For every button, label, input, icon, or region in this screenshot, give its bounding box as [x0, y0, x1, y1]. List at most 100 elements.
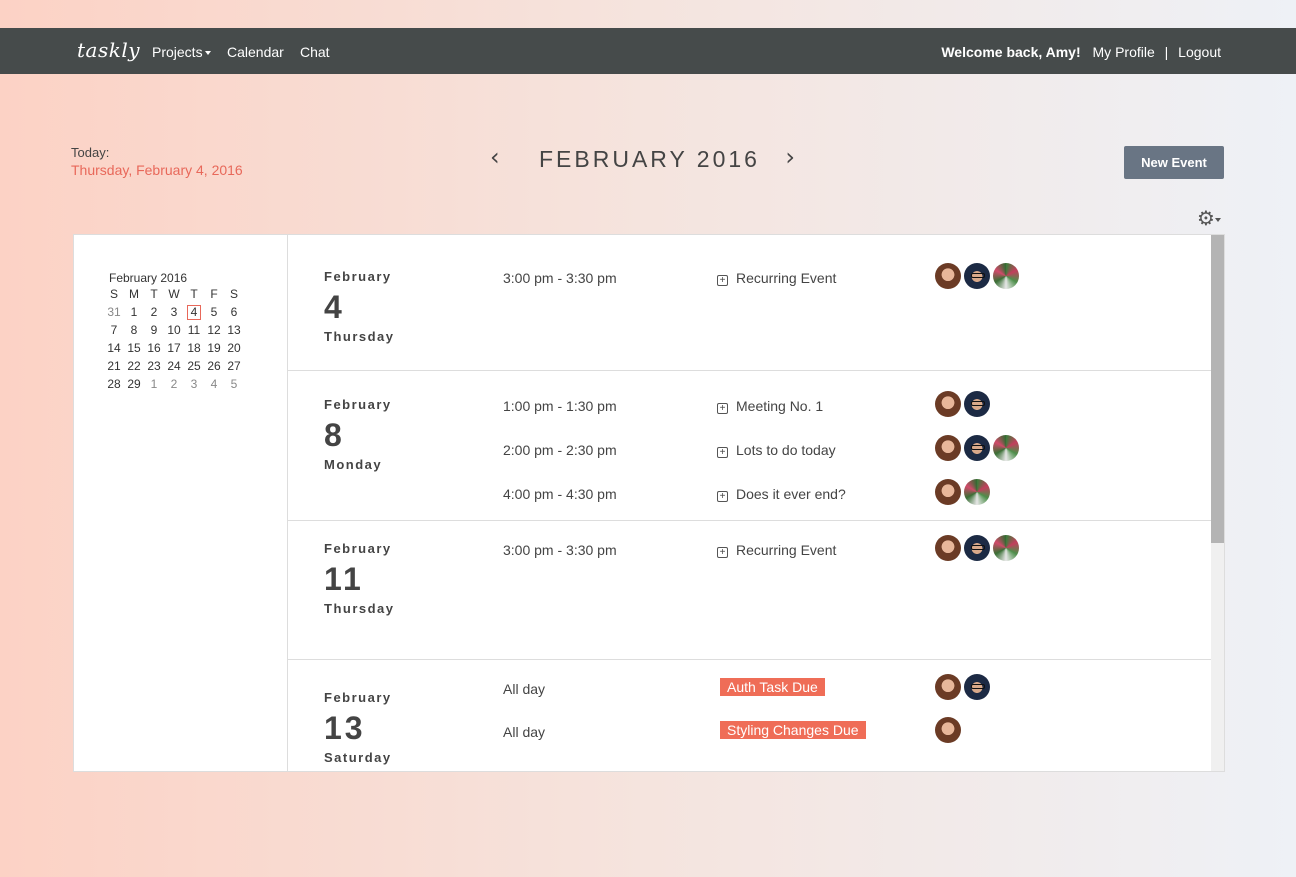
- caret-down-icon: [1214, 217, 1221, 222]
- mini-calendar-day[interactable]: 3: [164, 305, 184, 320]
- weekday-header: T: [150, 287, 158, 301]
- mini-calendar-day[interactable]: 8: [124, 323, 144, 338]
- day-number: 11: [324, 561, 364, 597]
- mini-calendar-day[interactable]: 21: [104, 359, 124, 374]
- task-due-tag[interactable]: Styling Changes Due: [720, 721, 866, 739]
- mini-calendar: February 2016 S M T W T F S 31 1 2 3 4 5 6 7 8 9 10 11 12 13…: [104, 271, 246, 392]
- plus-square-icon[interactable]: +: [717, 547, 728, 558]
- mini-calendar-day[interactable]: 4: [187, 305, 201, 320]
- event-title[interactable]: + Recurring Event: [717, 270, 836, 286]
- avatar-amy[interactable]: [935, 435, 961, 461]
- mini-calendar-day[interactable]: 14: [104, 341, 124, 356]
- event-attendees: [935, 391, 993, 417]
- mini-calendar-day[interactable]: 23: [144, 359, 164, 374]
- mini-calendar-day[interactable]: 20: [224, 341, 244, 356]
- avatar-guy[interactable]: [964, 391, 990, 417]
- event-title[interactable]: + Lots to do today: [717, 442, 836, 458]
- event-title[interactable]: + Meeting No. 1: [717, 398, 823, 414]
- avatar-amy[interactable]: [935, 535, 961, 561]
- mini-calendar-day[interactable]: 1: [124, 305, 144, 320]
- logout-link[interactable]: Logout: [1178, 44, 1221, 60]
- mini-calendar-day[interactable]: 5: [204, 305, 224, 320]
- mini-calendar-day[interactable]: 6: [224, 305, 244, 320]
- event-attendees: [935, 674, 993, 700]
- avatar-guy[interactable]: [964, 535, 990, 561]
- avatar-guy[interactable]: [964, 263, 990, 289]
- mini-calendar-day[interactable]: 13: [224, 323, 244, 338]
- avatar-flower[interactable]: [993, 263, 1019, 289]
- nav-separator: |: [1164, 44, 1169, 60]
- event-title-text: Recurring Event: [736, 270, 837, 286]
- mini-calendar-day[interactable]: 19: [204, 341, 224, 356]
- mini-calendar-day[interactable]: 3: [184, 377, 204, 392]
- mini-calendar-day[interactable]: 2: [164, 377, 184, 392]
- month-title: FEBRUARY 2016: [539, 146, 760, 172]
- my-profile-link[interactable]: My Profile: [1093, 44, 1155, 60]
- mini-calendar-day[interactable]: 2: [144, 305, 164, 320]
- mini-calendar-day[interactable]: 4: [204, 377, 224, 392]
- avatar-flower[interactable]: [964, 479, 990, 505]
- mini-calendar-day[interactable]: 26: [204, 359, 224, 374]
- weekday-header: F: [210, 287, 218, 301]
- event-attendees: [935, 479, 993, 505]
- mini-calendar-day[interactable]: 1: [144, 377, 164, 392]
- avatar-amy[interactable]: [935, 717, 961, 743]
- scrollbar-thumb[interactable]: [1211, 235, 1224, 543]
- event-time: All day: [503, 724, 546, 740]
- task-due-tag[interactable]: Auth Task Due: [720, 678, 825, 696]
- mini-calendar-day[interactable]: 24: [164, 359, 184, 374]
- avatar-amy[interactable]: [935, 479, 961, 505]
- avatar-amy[interactable]: [935, 391, 961, 417]
- day-weekday: Thursday: [324, 329, 395, 344]
- plus-square-icon[interactable]: +: [717, 447, 728, 458]
- event-time: 3:00 pm - 3:30 pm: [503, 542, 617, 558]
- new-event-button[interactable]: New Event: [1124, 146, 1224, 179]
- mini-calendar-day[interactable]: 5: [224, 377, 244, 392]
- mini-calendar-day[interactable]: 27: [224, 359, 244, 374]
- event-title[interactable]: + Does it ever end?: [717, 486, 846, 502]
- nav-chat[interactable]: Chat: [300, 44, 330, 60]
- day-group: February 4 Thursday 3:00 pm - 3:30 pm + Recur…: [288, 235, 1212, 371]
- calendar-panel: February 2016 S M T W T F S 31 1 2 3 4 5 6 7 8 9 10 11 12 13…: [73, 234, 1225, 772]
- mini-calendar-day[interactable]: 28: [104, 377, 124, 392]
- day-number: 13: [324, 710, 366, 746]
- mini-calendar-day[interactable]: 31: [104, 305, 124, 320]
- mini-calendar-day[interactable]: 10: [164, 323, 184, 338]
- avatar-amy[interactable]: [935, 674, 961, 700]
- mini-calendar-day[interactable]: 15: [124, 341, 144, 356]
- mini-calendar-day[interactable]: 25: [184, 359, 204, 374]
- event-title-text: Lots to do today: [736, 442, 836, 458]
- mini-calendar-day[interactable]: 16: [144, 341, 164, 356]
- mini-calendar-day[interactable]: 12: [204, 323, 224, 338]
- event-attendees: [935, 435, 1022, 461]
- plus-square-icon[interactable]: +: [717, 491, 728, 502]
- avatar-flower[interactable]: [993, 435, 1019, 461]
- mini-calendar-day[interactable]: 9: [144, 323, 164, 338]
- mini-calendar-day[interactable]: 17: [164, 341, 184, 356]
- avatar-guy[interactable]: [964, 435, 990, 461]
- event-time: 1:00 pm - 1:30 pm: [503, 398, 617, 414]
- avatar-flower[interactable]: [993, 535, 1019, 561]
- mini-calendar-day[interactable]: 29: [124, 377, 144, 392]
- settings-menu[interactable]: ⚙: [1197, 206, 1221, 231]
- brand-logo[interactable]: taskly: [77, 38, 140, 62]
- day-weekday: Monday: [324, 457, 383, 472]
- sidebar: February 2016 S M T W T F S 31 1 2 3 4 5 6 7 8 9 10 11 12 13…: [74, 235, 288, 771]
- mini-calendar-day[interactable]: 11: [184, 323, 204, 338]
- mini-calendar-day[interactable]: 18: [184, 341, 204, 356]
- avatar-guy[interactable]: [964, 674, 990, 700]
- nav-calendar[interactable]: Calendar: [227, 44, 284, 60]
- event-title[interactable]: + Recurring Event: [717, 542, 836, 558]
- mini-calendar-day[interactable]: 22: [124, 359, 144, 374]
- mini-calendar-day[interactable]: 7: [104, 323, 124, 338]
- chevron-right-icon[interactable]: ›: [785, 144, 795, 170]
- chevron-left-icon[interactable]: ‹: [490, 144, 500, 170]
- avatar-amy[interactable]: [935, 263, 961, 289]
- agenda-list[interactable]: February 4 Thursday 3:00 pm - 3:30 pm + Recur…: [288, 235, 1212, 771]
- event-title-text: Recurring Event: [736, 542, 837, 558]
- scrollbar[interactable]: [1211, 235, 1224, 771]
- plus-square-icon[interactable]: +: [717, 275, 728, 286]
- nav-projects[interactable]: Projects: [152, 44, 211, 60]
- plus-square-icon[interactable]: +: [717, 403, 728, 414]
- top-navbar: taskly Projects Calendar Chat Welcome ba…: [0, 28, 1296, 74]
